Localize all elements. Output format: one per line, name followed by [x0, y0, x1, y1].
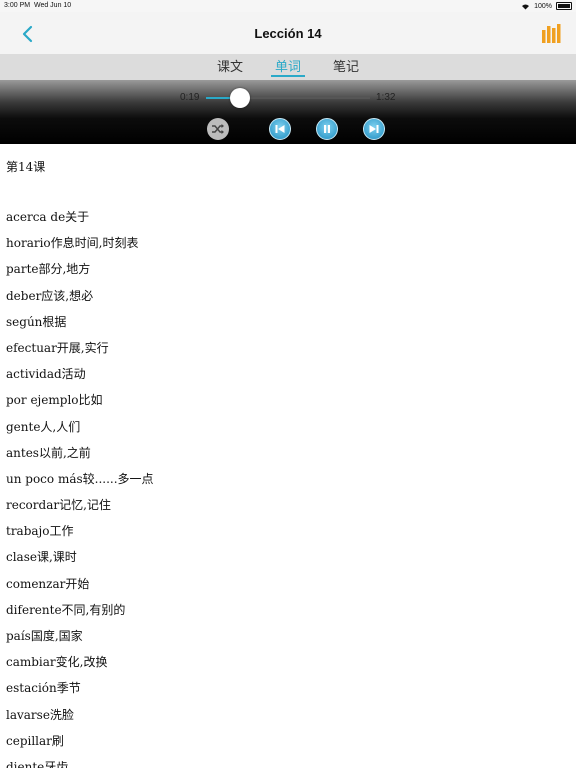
list-item: cambiar变化,改换	[6, 655, 108, 670]
navigation-bar: Lección 14	[0, 12, 576, 54]
list-item: un poco más较......多一点	[6, 471, 154, 486]
lesson-heading: 第14课	[6, 160, 46, 174]
segment-tabs: 课文 单词 笔记	[0, 54, 576, 80]
current-time: 0:19	[180, 92, 200, 103]
total-time: 1:32	[376, 92, 396, 103]
status-right: 100%	[521, 2, 572, 10]
wifi-icon	[522, 4, 530, 9]
battery-icon	[556, 2, 572, 10]
list-item: país国度,国家	[6, 629, 83, 643]
list-item: estación季节	[6, 681, 81, 696]
list-item: lavarse洗脸	[6, 707, 74, 722]
audio-player: 0:19 1:32	[0, 80, 576, 144]
list-item: cepillar刷	[6, 733, 64, 748]
pause-button[interactable]	[316, 118, 338, 140]
page-title: Lección 14	[254, 26, 322, 41]
status-time-date: 3:00 PM Wed Jun 10	[4, 2, 71, 9]
skip-next-icon	[369, 125, 379, 133]
list-item: comenzar开始	[6, 576, 90, 591]
vocabulary-list: acerca de关于 horario作息时间,时刻表 parte部分,地方 debe…	[6, 208, 154, 768]
list-item: antes以前,之前	[6, 445, 91, 460]
list-item: diferente不同,有别的	[6, 602, 126, 617]
list-item: trabajo工作	[6, 524, 74, 539]
previous-button[interactable]	[269, 118, 291, 140]
list-item: efectuar开展,实行	[6, 340, 109, 355]
list-item: actividad活动	[6, 367, 86, 382]
list-item: recordar记忆,记住	[6, 498, 111, 513]
shuffle-button[interactable]	[207, 118, 229, 140]
list-item: diente牙齿	[6, 759, 69, 768]
bar-chart-icon[interactable]	[540, 22, 562, 44]
pause-icon	[324, 125, 330, 133]
list-item: acerca de关于	[6, 210, 90, 224]
progress-slider-thumb[interactable]	[230, 88, 251, 108]
status-bar: 3:00 PM Wed Jun 10 100%	[0, 0, 576, 12]
list-item: clase课,课时	[6, 550, 77, 565]
tab-text[interactable]: 课文	[215, 54, 245, 80]
shuffle-icon	[212, 124, 224, 134]
battery-percent: 100%	[534, 2, 552, 10]
list-item: por ejemplo比如	[6, 393, 103, 408]
list-item: deber应该,想必	[6, 288, 94, 303]
tab-vocabulary[interactable]: 单词	[270, 54, 306, 80]
status-time: 3:00 PM	[4, 2, 31, 9]
tab-notes[interactable]: 笔记	[331, 54, 361, 80]
list-item: según根据	[6, 314, 67, 329]
list-item: parte部分,地方	[6, 262, 91, 277]
next-button[interactable]	[363, 118, 385, 140]
list-item: gente人,人们	[6, 419, 81, 434]
status-date: Wed Jun 10	[33, 2, 72, 9]
vocabulary-content: 第14课 acerca de关于 horario作息时间,时刻表 parte部分,地…	[0, 144, 576, 768]
list-item: horario作息时间,时刻表	[6, 236, 139, 251]
skip-previous-icon	[275, 125, 285, 133]
